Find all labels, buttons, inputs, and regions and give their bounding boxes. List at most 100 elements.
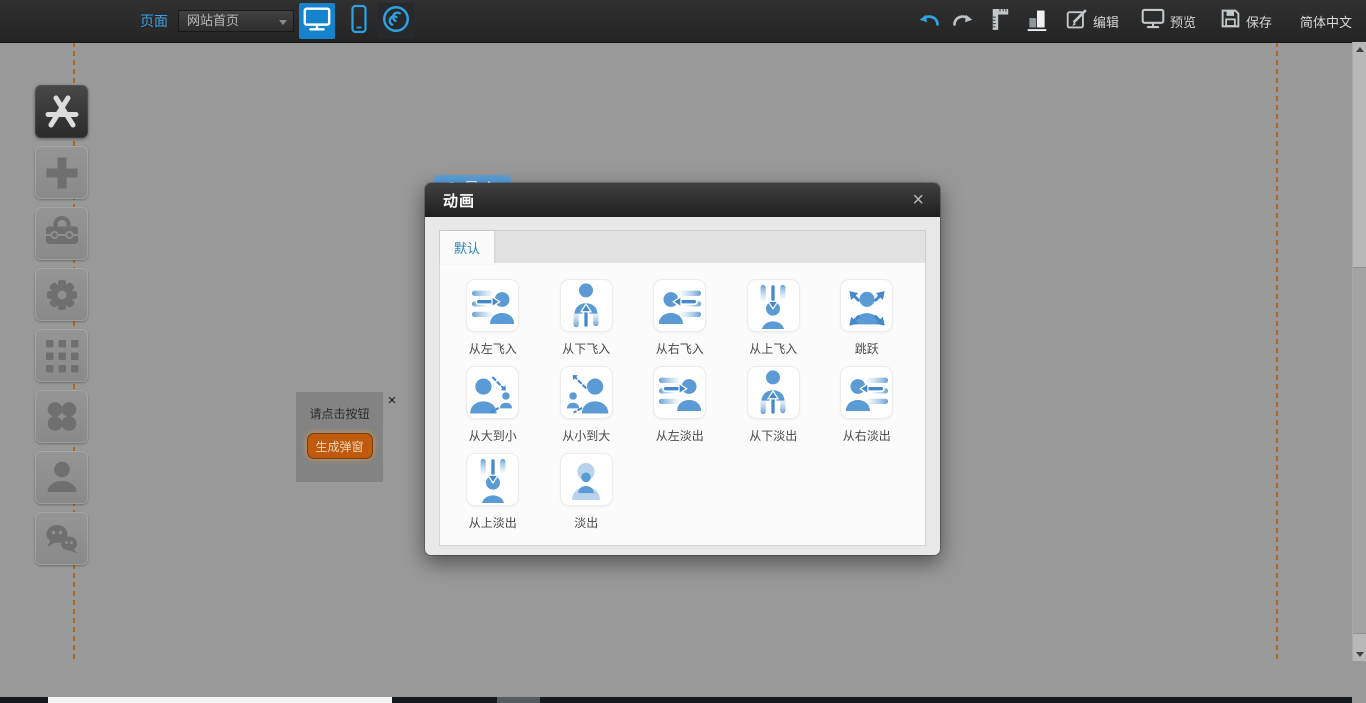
animation-label: 从小到大 xyxy=(562,427,610,444)
animation-option-fly-top[interactable]: 从上飞入 xyxy=(727,279,821,366)
undo-button[interactable] xyxy=(918,10,940,32)
preview-label: 预览 xyxy=(1170,12,1196,31)
left-sidebar xyxy=(35,85,88,573)
animation-label: 从下淡出 xyxy=(749,427,797,444)
fade-icon xyxy=(560,453,613,506)
fade-top-icon xyxy=(466,453,519,506)
sidebar-item-member[interactable] xyxy=(35,451,88,504)
link-circle-icon xyxy=(380,3,412,40)
animation-option-fly-right[interactable]: 从右飞入 xyxy=(633,279,727,366)
fly-right-icon xyxy=(653,279,706,332)
sidebar-item-module-grid[interactable] xyxy=(35,329,88,382)
redo-button[interactable] xyxy=(952,10,974,32)
animation-label: 从下飞入 xyxy=(562,340,610,357)
popup-trigger-widget[interactable]: 请点击按钮 生成弹窗 xyxy=(296,392,383,482)
ruler-button[interactable] xyxy=(990,7,1010,36)
sidebar-item-add-module[interactable] xyxy=(35,146,88,199)
mobile-view-button[interactable] xyxy=(341,3,377,39)
animation-label: 从上飞入 xyxy=(749,340,797,357)
animation-label: 从大到小 xyxy=(469,427,517,444)
undo-icon xyxy=(918,10,940,32)
edit-button[interactable]: 编辑 xyxy=(1066,8,1119,35)
animation-label: 跳跃 xyxy=(855,340,879,357)
sidebar-item-design-tools[interactable] xyxy=(35,85,88,138)
animation-option-jump[interactable]: 跳跃 xyxy=(820,279,914,366)
page-dropdown[interactable]: 网站首页 xyxy=(178,10,294,32)
fade-left-icon xyxy=(653,366,706,419)
animation-option-fly-left[interactable]: 从左飞入 xyxy=(446,279,540,366)
guide-line-right xyxy=(1276,42,1278,661)
animation-label: 从左淡出 xyxy=(656,427,704,444)
footer-light-segment xyxy=(48,697,392,703)
sidebar-item-wechat[interactable] xyxy=(35,512,88,565)
edit-label: 编辑 xyxy=(1093,12,1119,31)
person-icon xyxy=(38,454,86,502)
language-switch[interactable]: 简体中文 xyxy=(1300,12,1352,31)
mobile-icon xyxy=(350,4,368,39)
animation-label: 从上淡出 xyxy=(469,514,517,531)
fly-bottom-icon xyxy=(560,279,613,332)
fade-bottom-icon xyxy=(747,366,800,419)
animation-label: 从右淡出 xyxy=(843,427,891,444)
big-to-small-icon xyxy=(466,366,519,419)
stats-button[interactable] xyxy=(1026,7,1048,36)
generate-popup-button[interactable]: 生成弹窗 xyxy=(307,433,373,459)
redo-icon xyxy=(952,10,974,32)
animation-option-fade-bottom[interactable]: 从下淡出 xyxy=(727,366,821,453)
edit-icon xyxy=(1066,8,1088,35)
animation-grid: 从左飞入 从下飞入 从右飞入 从上飞入 跳跃从大到小 从小到大 从左淡出 从下淡出 从右淡出从上… xyxy=(439,263,926,546)
animation-label: 从左飞入 xyxy=(469,340,517,357)
animation-dialog: 动画 × 默认 从左飞入 从下飞入 从右飞入 从上飞入 跳跃从大到小 从小到大 从左淡出 从下… xyxy=(425,183,940,555)
save-icon xyxy=(1220,8,1241,34)
animation-option-big-to-small[interactable]: 从大到小 xyxy=(446,366,540,453)
page-label: 页面 xyxy=(140,0,168,42)
jump-icon xyxy=(840,279,893,332)
popup-hint-text: 请点击按钮 xyxy=(296,405,383,422)
animation-label: 从右飞入 xyxy=(656,340,704,357)
design-tools-icon xyxy=(38,88,86,136)
animation-option-fade-right[interactable]: 从右淡出 xyxy=(820,366,914,453)
sidebar-item-components[interactable] xyxy=(35,390,88,443)
widget-close-icon[interactable]: × xyxy=(385,394,399,408)
dialog-tabstrip: 默认 xyxy=(439,230,926,263)
small-to-big-icon xyxy=(560,366,613,419)
animation-option-fade-top[interactable]: 从上淡出 xyxy=(446,453,540,540)
tab-默认[interactable]: 默认 xyxy=(440,231,494,264)
toolbar-right-group: 编辑 预览 保存 简体中文 xyxy=(918,0,1366,42)
fly-left-icon xyxy=(466,279,519,332)
sidebar-item-settings[interactable] xyxy=(35,268,88,321)
petals-icon xyxy=(38,393,86,441)
animation-option-fade-left[interactable]: 从左淡出 xyxy=(633,366,727,453)
toolbox-icon xyxy=(38,210,86,258)
dialog-close-icon[interactable]: × xyxy=(912,190,940,210)
scrollbar-thumb[interactable] xyxy=(1353,267,1366,634)
dialog-title: 动画 xyxy=(425,190,475,211)
wechat-icon xyxy=(38,515,86,563)
editor-canvas[interactable]: 请点击按钮 生成弹窗 × 动画 × 默认 从左飞入从下飞入从右飞入从上飞入跳跃从… xyxy=(0,42,1366,661)
chart-icon xyxy=(1026,7,1048,36)
fade-right-icon xyxy=(840,366,893,419)
scroll-down-icon[interactable] xyxy=(1356,652,1364,657)
sidebar-item-toolbox[interactable] xyxy=(35,207,88,260)
gear-icon xyxy=(38,271,86,319)
dialog-header[interactable]: 动画 × xyxy=(425,183,940,217)
save-button[interactable]: 保存 xyxy=(1220,8,1272,34)
grid-icon xyxy=(38,332,86,380)
page-footer-edge xyxy=(0,697,1352,703)
animation-option-fade[interactable]: 淡出 xyxy=(540,453,634,540)
ruler-icon xyxy=(990,7,1010,36)
animation-label: 淡出 xyxy=(574,514,598,531)
desktop-icon xyxy=(302,5,332,38)
page-dropdown-value: 网站首页 xyxy=(187,13,239,28)
chevron-down-icon xyxy=(279,20,287,25)
vertical-scrollbar[interactable] xyxy=(1352,42,1366,661)
animation-option-small-to-big[interactable]: 从小到大 xyxy=(540,366,634,453)
animation-option-fly-bottom[interactable]: 从下飞入 xyxy=(540,279,634,366)
preview-button[interactable]: 预览 xyxy=(1141,8,1196,34)
fly-top-icon xyxy=(747,279,800,332)
scroll-up-icon[interactable] xyxy=(1356,47,1364,52)
desktop-view-button[interactable] xyxy=(299,3,335,39)
top-toolbar: 页面 网站首页 编辑 预览 保存 简体中文 xyxy=(0,0,1366,43)
link-button[interactable] xyxy=(378,3,414,39)
save-label: 保存 xyxy=(1246,12,1272,31)
